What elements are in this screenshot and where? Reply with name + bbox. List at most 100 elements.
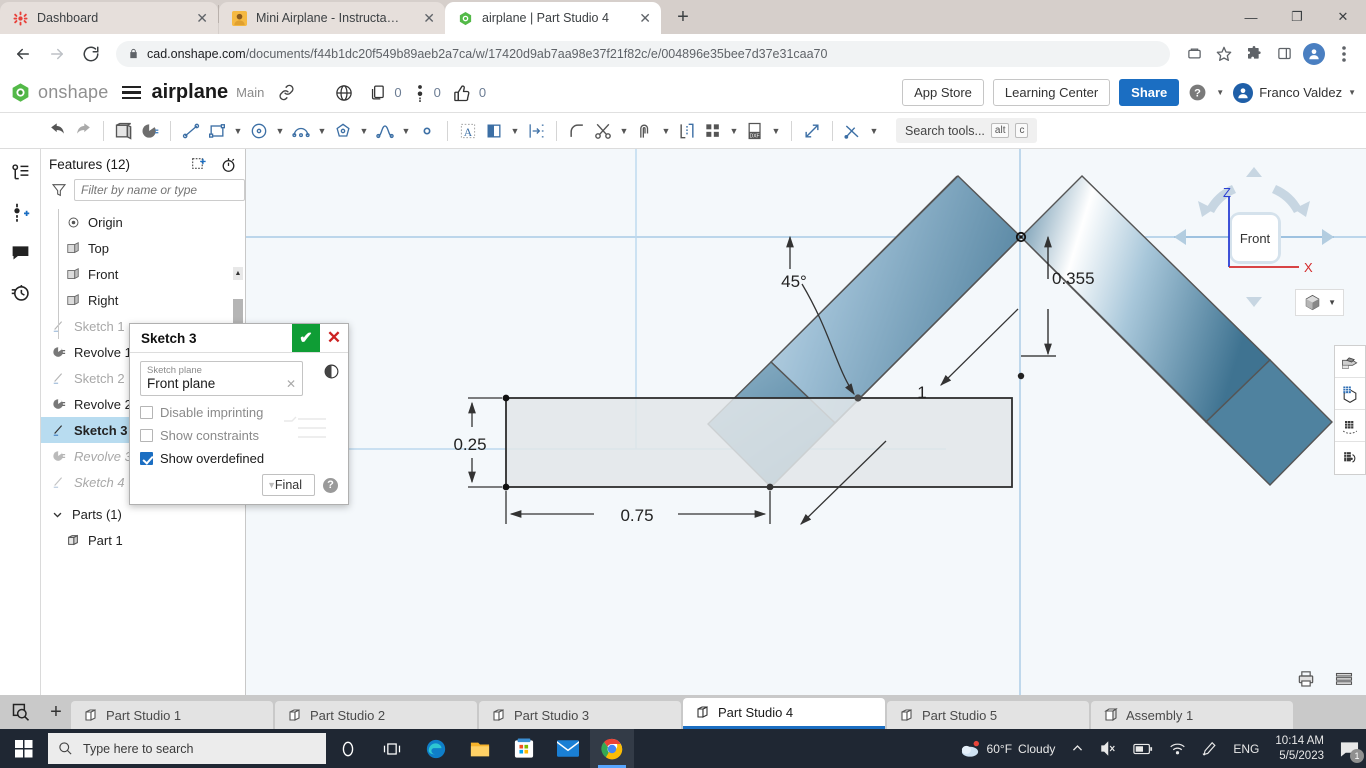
branch-label[interactable]: Main: [236, 85, 264, 100]
polygon-chevron-down-icon[interactable]: ▼: [356, 117, 372, 145]
rollback-timer-icon[interactable]: [220, 156, 237, 173]
user-menu[interactable]: Franco Valdez ▼: [1233, 82, 1356, 103]
browser-tab-1[interactable]: Mini Airplane - Instructables ✕: [219, 2, 445, 34]
address-bar[interactable]: cad.onshape.com/documents/f44b1dc20f549b…: [116, 40, 1170, 67]
share-page-icon[interactable]: [1180, 40, 1208, 68]
browser-tab-0[interactable]: Dashboard ✕: [0, 2, 218, 34]
taskbar-search-box[interactable]: Type here to search: [48, 733, 326, 764]
add-tab-button[interactable]: +: [41, 695, 71, 729]
scroll-up-icon[interactable]: ▲: [233, 267, 243, 280]
circle-icon[interactable]: [246, 117, 272, 145]
display-mode-dropdown[interactable]: ▼: [1295, 289, 1344, 316]
bookmark-star-icon[interactable]: [1210, 40, 1238, 68]
part-item-part-1[interactable]: Part 1: [41, 527, 245, 553]
arrange-chevron-down-icon[interactable]: ▼: [726, 117, 742, 145]
arc-chevron-down-icon[interactable]: ▼: [314, 117, 330, 145]
show-hidden-icons-chevron-up-icon[interactable]: [1063, 729, 1092, 768]
history-icon[interactable]: [7, 279, 33, 305]
clock[interactable]: 10:14 AM 5/5/2023: [1267, 734, 1332, 764]
undo-icon[interactable]: [44, 117, 70, 145]
profile-avatar[interactable]: [1300, 40, 1328, 68]
spline-icon[interactable]: [372, 117, 398, 145]
document-tab-part-studio-1[interactable]: Part Studio 1: [71, 701, 273, 729]
document-title[interactable]: airplane: [151, 81, 228, 104]
feature-item-origin[interactable]: Origin: [41, 209, 245, 235]
display-state-icon[interactable]: [1335, 378, 1365, 410]
chrome-icon[interactable]: [590, 729, 634, 768]
display-mode-chevron-down-icon[interactable]: ▼: [1328, 298, 1336, 307]
dimension-chevron-down-icon[interactable]: ▼: [866, 117, 882, 145]
use-icon[interactable]: [674, 117, 700, 145]
search-tools-box[interactable]: Search tools... alt c: [896, 118, 1038, 143]
new-sketch-icon[interactable]: [111, 117, 137, 145]
3d-viewport[interactable]: 0.25 0.75 45° 1 0.355 Front Z X ▼: [246, 149, 1366, 695]
tab-close-icon[interactable]: ✕: [629, 10, 651, 27]
document-tab-part-studio-4[interactable]: Part Studio 4: [683, 698, 885, 729]
text-icon[interactable]: A: [455, 117, 481, 145]
share-button[interactable]: Share: [1119, 79, 1180, 106]
dxf-chevron-down-icon[interactable]: ▼: [768, 117, 784, 145]
new-tab-button[interactable]: +: [669, 3, 697, 31]
volume-muted-icon[interactable]: [1092, 729, 1125, 768]
show-overdefined-checkbox[interactable]: [140, 452, 153, 465]
transform-icon[interactable]: [799, 117, 825, 145]
arc-icon[interactable]: [288, 117, 314, 145]
sketch-history-clock-icon[interactable]: [323, 363, 340, 380]
extensions-icon[interactable]: [1240, 40, 1268, 68]
mail-icon[interactable]: [546, 729, 590, 768]
sketch-plane-field[interactable]: Sketch plane Front plane ✕: [140, 361, 303, 396]
tab-search-icon[interactable]: [0, 695, 41, 729]
measure-icon[interactable]: [1335, 442, 1365, 474]
offset-icon[interactable]: [632, 117, 658, 145]
help-icon[interactable]: ?: [1188, 83, 1207, 102]
cancel-button[interactable]: ✕: [320, 324, 348, 352]
linear-pattern-icon[interactable]: [523, 117, 549, 145]
feature-list-icon[interactable]: [7, 159, 33, 185]
start-button-icon[interactable]: [0, 729, 48, 768]
circle-chevron-down-icon[interactable]: ▼: [272, 117, 288, 145]
help-chevron-down-icon[interactable]: ▼: [1216, 88, 1224, 97]
help-icon[interactable]: ?: [323, 477, 338, 493]
cortana-icon[interactable]: [326, 729, 370, 768]
document-tab-part-studio-5[interactable]: Part Studio 5: [887, 701, 1089, 729]
file-explorer-icon[interactable]: [458, 729, 502, 768]
rectangle-icon[interactable]: [204, 117, 230, 145]
task-view-icon[interactable]: [370, 729, 414, 768]
notifications-icon[interactable]: 1: [1332, 729, 1366, 768]
redo-icon[interactable]: [70, 117, 96, 145]
trim-icon[interactable]: [590, 117, 616, 145]
app-store-button[interactable]: App Store: [902, 79, 984, 106]
polygon-icon[interactable]: [330, 117, 356, 145]
rotate-view-icon[interactable]: [1335, 410, 1365, 442]
document-tab-part-studio-3[interactable]: Part Studio 3: [479, 701, 681, 729]
filter-icon[interactable]: [51, 182, 67, 198]
reload-icon[interactable]: [76, 39, 106, 69]
clear-plane-icon[interactable]: ✕: [286, 377, 296, 391]
accept-button[interactable]: ✔: [292, 324, 320, 352]
feature-item-right[interactable]: Right: [41, 287, 245, 313]
branch-version-icon[interactable]: [414, 84, 426, 102]
show-constraints-checkbox[interactable]: [140, 429, 153, 442]
copy-icon[interactable]: [369, 84, 386, 101]
edge-icon[interactable]: [414, 729, 458, 768]
wifi-icon[interactable]: [1161, 729, 1194, 768]
battery-icon[interactable]: [1125, 729, 1161, 768]
dxf-icon[interactable]: DXF: [742, 117, 768, 145]
weather-widget[interactable]: 60°F Cloudy: [951, 729, 1064, 768]
arrange-icon[interactable]: [700, 117, 726, 145]
add-folder-icon[interactable]: [191, 156, 208, 173]
spline-chevron-down-icon[interactable]: ▼: [398, 117, 414, 145]
feature-filter-input[interactable]: [74, 179, 245, 201]
tab-close-icon[interactable]: ✕: [413, 10, 435, 27]
language-indicator[interactable]: ENG: [1225, 729, 1267, 768]
show-overdefined-row[interactable]: Show overdefined: [140, 451, 338, 466]
side-panel-icon[interactable]: [1270, 40, 1298, 68]
fillet-icon[interactable]: [564, 117, 590, 145]
tab-close-icon[interactable]: ✕: [186, 10, 208, 27]
document-tab-assembly-1[interactable]: Assembly 1: [1091, 701, 1293, 729]
window-minimize-button[interactable]: —: [1228, 0, 1274, 34]
store-icon[interactable]: [502, 729, 546, 768]
learning-center-button[interactable]: Learning Center: [992, 79, 1111, 106]
window-maximize-button[interactable]: ❐: [1274, 0, 1320, 34]
rectangle-chevron-down-icon[interactable]: ▼: [230, 117, 246, 145]
